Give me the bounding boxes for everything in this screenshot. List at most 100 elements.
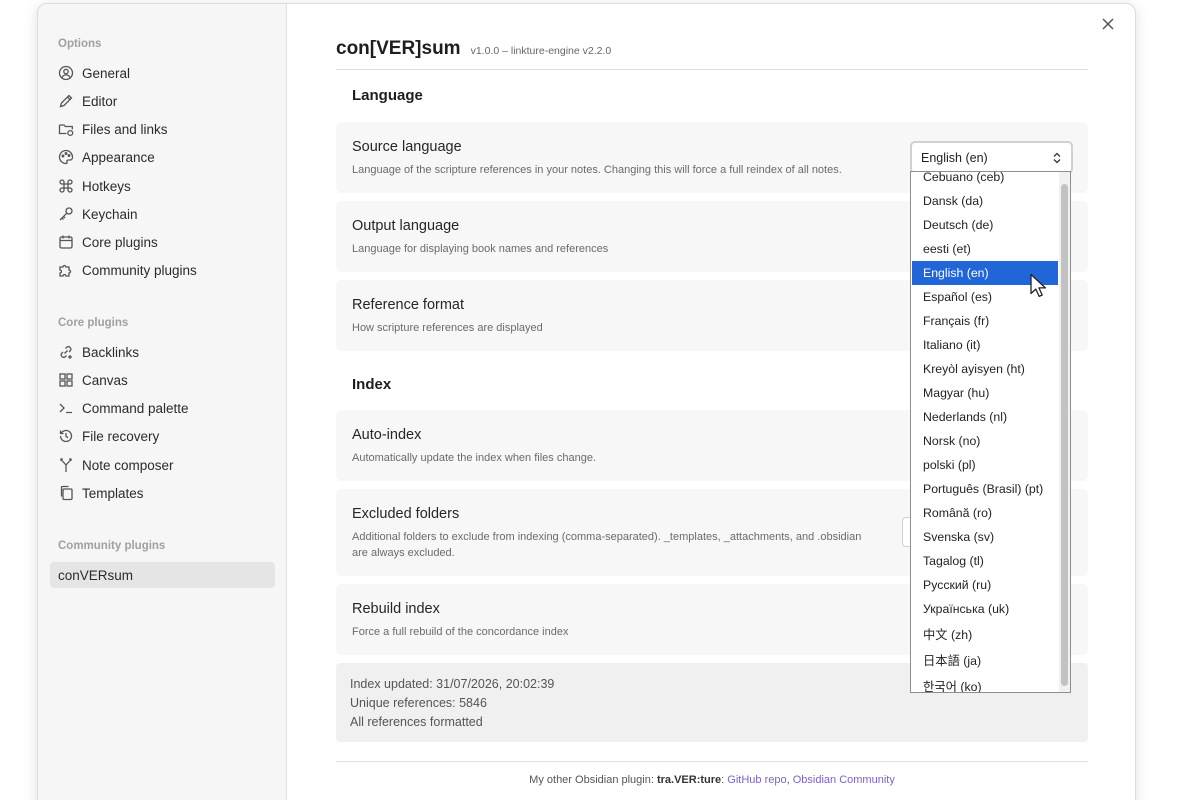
plugin-header: con[VER]sum v1.0.0 – linkture-engine v2.… <box>336 38 1088 70</box>
sidebar-item-note-composer[interactable]: Note composer <box>50 452 275 478</box>
options-heading: Options <box>58 38 102 50</box>
sidebar-item-label: Core plugins <box>82 234 158 250</box>
sidebar-item-editor[interactable]: Editor <box>50 88 275 114</box>
sidebar-item-label: Hotkeys <box>82 178 131 194</box>
key-icon <box>59 207 73 221</box>
dropdown-scrollbar-thumb[interactable] <box>1061 184 1068 686</box>
grid-icon <box>59 373 73 387</box>
history-icon <box>59 429 73 443</box>
index-heading: Index <box>352 376 392 393</box>
dropdown-option[interactable]: Norsk (no) <box>912 429 1058 453</box>
select-value: English (en) <box>921 150 988 165</box>
sidebar-item-label: Editor <box>82 93 118 109</box>
setting-description: Language of the scripture references in … <box>352 164 842 176</box>
dropdown-scrollbar[interactable] <box>1059 172 1070 692</box>
sidebar-item-label: Files and links <box>82 121 168 137</box>
setting-name: Rebuild index <box>352 601 440 617</box>
dropdown-option[interactable]: Italiano (it) <box>912 333 1058 357</box>
sidebar-item-canvas[interactable]: Canvas <box>50 367 275 393</box>
settings-sidebar: Options General Editor Files and links A… <box>38 4 287 800</box>
dropdown-option[interactable]: eesti (et) <box>912 237 1058 261</box>
dropdown-option[interactable]: 日本語 (ja) <box>912 648 1058 672</box>
dropdown-option[interactable]: Français (fr) <box>912 309 1058 333</box>
dropdown-option[interactable]: Українська (uk) <box>912 597 1058 621</box>
language-heading: Language <box>352 87 423 104</box>
sidebar-item-label: Note composer <box>82 457 174 473</box>
footer-prefix: My other Obsidian plugin: <box>529 774 657 786</box>
dropdown-option[interactable]: polski (pl) <box>912 453 1058 477</box>
setting-description: Automatically update the index when file… <box>352 452 596 464</box>
dropdown-option[interactable]: Svenska (sv) <box>912 525 1058 549</box>
sidebar-item-core-plugins[interactable]: Core plugins <box>50 229 275 255</box>
sidebar-item-label: Community plugins <box>82 262 197 278</box>
backlink-icon <box>60 346 72 359</box>
sidebar-item-community-plugins[interactable]: Community plugins <box>50 257 275 283</box>
command-icon <box>59 179 73 193</box>
sidebar-item-label: Canvas <box>82 372 128 388</box>
setting-name: Auto-index <box>352 427 422 443</box>
sidebar-item-hotkeys[interactable]: Hotkeys <box>50 173 275 199</box>
merge-icon <box>60 458 72 472</box>
close-icon[interactable] <box>1099 15 1117 33</box>
chevron-up-down-icon <box>1053 152 1061 163</box>
sidebar-item-label: General <box>82 65 131 81</box>
dropdown-option[interactable]: Română (ro) <box>912 501 1058 525</box>
sidebar-item-label: Backlinks <box>82 344 140 360</box>
calendar-box-icon <box>59 235 73 249</box>
dropdown-option[interactable]: Deutsch (de) <box>912 213 1058 237</box>
sidebar-item-command-palette[interactable]: Command palette <box>50 395 275 421</box>
footer: My other Obsidian plugin: tra.VER:ture: … <box>336 774 1088 786</box>
sidebar-item-general[interactable]: General <box>50 60 275 86</box>
palette-icon <box>58 149 74 165</box>
user-circle-icon <box>58 65 74 81</box>
dropdown-option[interactable]: Magyar (hu) <box>912 381 1058 405</box>
sidebar-item-keychain[interactable]: Keychain <box>50 201 275 227</box>
puzzle-icon <box>59 264 72 277</box>
sidebar-item-conversum[interactable]: conVERsum <box>50 562 275 588</box>
community-plugins-heading: Community plugins <box>58 540 166 552</box>
setting-name: Reference format <box>352 297 465 313</box>
sidebar-item-label: Keychain <box>82 206 138 222</box>
sidebar-item-label: Command palette <box>82 400 189 416</box>
dropdown-option[interactable]: Nederlands (nl) <box>912 405 1058 429</box>
github-repo-link[interactable]: GitHub repo <box>727 774 786 786</box>
plugin-version: v1.0.0 – linkture-engine v2.2.0 <box>470 45 612 57</box>
sidebar-item-label: File recovery <box>82 428 160 444</box>
unique-references: Unique references: 5846 <box>350 696 487 710</box>
sidebar-item-files-and-links[interactable]: Files and links <box>50 116 275 142</box>
plugin-title: con[VER]sum <box>336 38 461 59</box>
dropdown-option[interactable]: 한국어 (ko) <box>912 674 1058 692</box>
dropdown-option[interactable]: Dansk (da) <box>912 189 1058 213</box>
excluded-folders-input[interactable] <box>902 517 910 547</box>
setting-description: Force a full rebuild of the concordance … <box>352 626 569 638</box>
formatted-status: All references formatted <box>350 715 483 729</box>
source-language-select[interactable]: English (en) <box>910 141 1073 174</box>
dropdown-option[interactable]: Cebuano (ceb) <box>912 172 1058 189</box>
obsidian-community-link[interactable]: Obsidian Community <box>793 774 895 786</box>
sidebar-item-backlinks[interactable]: Backlinks <box>50 339 275 365</box>
sidebar-item-templates[interactable]: Templates <box>50 480 275 506</box>
footer-divider <box>336 761 1088 762</box>
setting-name: Output language <box>352 218 460 234</box>
setting-description: Additional folders to exclude from index… <box>352 531 862 559</box>
language-dropdown-list[interactable]: Cebuano (ceb) Dansk (da) Deutsch (de) ee… <box>910 171 1071 693</box>
setting-description: How scripture references are displayed <box>352 322 543 334</box>
files-icon <box>60 485 73 501</box>
sidebar-item-appearance[interactable]: Appearance <box>50 144 275 170</box>
dropdown-option[interactable]: 中文 (zh) <box>912 622 1058 646</box>
sidebar-item-label: Templates <box>82 485 144 501</box>
dropdown-option[interactable]: Português (Brasil) (pt) <box>912 477 1058 501</box>
sidebar-item-file-recovery[interactable]: File recovery <box>50 423 275 449</box>
mouse-cursor-icon <box>1030 273 1047 298</box>
setting-description: Language for displaying book names and r… <box>352 243 609 255</box>
dropdown-option[interactable]: Русский (ru) <box>912 573 1058 597</box>
folder-link-icon <box>58 124 74 137</box>
dropdown-option[interactable]: Kreyòl ayisyen (ht) <box>912 357 1058 381</box>
pencil-icon <box>59 94 73 108</box>
terminal-icon <box>59 403 72 414</box>
sidebar-item-label: conVERsum <box>58 567 134 583</box>
setting-name: Excluded folders <box>352 506 460 522</box>
dropdown-option[interactable]: Tagalog (tl) <box>912 549 1058 573</box>
core-plugins-heading: Core plugins <box>58 317 129 329</box>
footer-plugin-name: tra.VER:ture <box>656 774 722 786</box>
